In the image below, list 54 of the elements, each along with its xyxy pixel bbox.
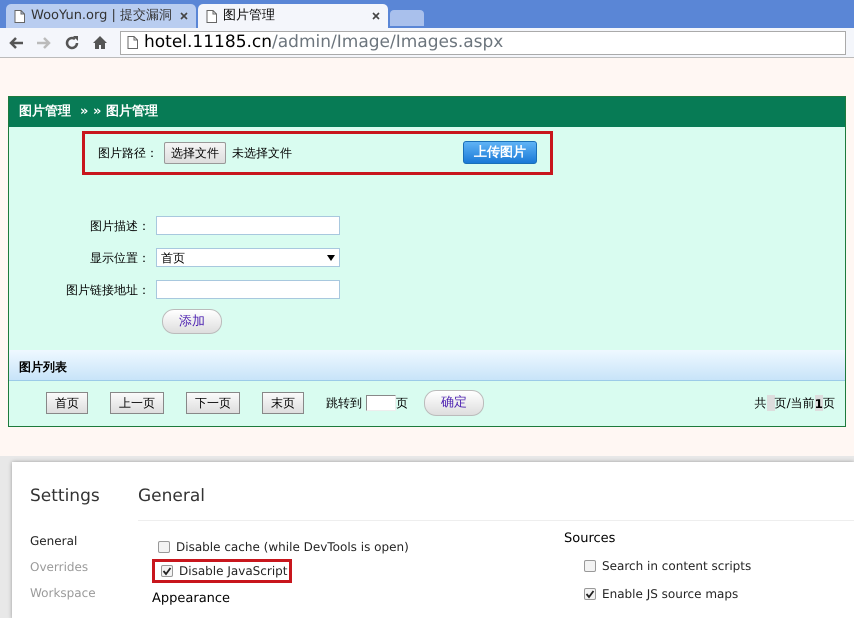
section-header: 图片列表 xyxy=(9,350,845,380)
confirm-button[interactable]: 确定 xyxy=(424,390,484,416)
option-label: Disable cache (while DevTools is open) xyxy=(176,538,409,556)
close-icon xyxy=(372,12,380,20)
field-label: 显示位置： xyxy=(89,250,151,266)
reload-icon xyxy=(64,34,80,50)
section-title: Appearance xyxy=(152,590,232,608)
page-input[interactable] xyxy=(366,395,396,411)
pager-button[interactable]: 首页 xyxy=(46,392,88,414)
checkbox[interactable] xyxy=(584,560,596,572)
page-info-text: 页/当前 xyxy=(774,395,815,412)
page-icon xyxy=(14,10,25,22)
current-page: 1 xyxy=(814,395,823,411)
panel-header: 图片管理 » » 图片管理 xyxy=(9,97,845,126)
forward-icon xyxy=(36,36,52,50)
pager-button[interactable]: 末页 xyxy=(262,392,304,414)
total-pages-field xyxy=(766,395,775,411)
jump-label: 跳转到 xyxy=(326,395,362,412)
url-text: hotel.11185.cn/admin/Image/Images.aspx xyxy=(144,30,504,54)
field-label: 图片路径： xyxy=(98,144,158,162)
option-label: Search in content scripts xyxy=(602,558,752,575)
page-icon xyxy=(206,10,217,22)
page-unit: 页 xyxy=(823,395,835,412)
pager-button[interactable]: 下一页 xyxy=(186,392,240,414)
input-field[interactable] xyxy=(156,216,340,235)
browser-tab[interactable]: WooYun.org | 提交漏洞 xyxy=(6,4,196,28)
option-label: Enable JS source maps xyxy=(602,586,738,603)
pager-button[interactable]: 上一页 xyxy=(110,392,164,414)
page-icon xyxy=(127,36,138,49)
page-unit: 页 xyxy=(396,395,408,412)
close-icon xyxy=(180,12,188,20)
tab-title: 图片管理 xyxy=(223,7,276,26)
choose-file-button[interactable]: 选择文件 xyxy=(164,142,226,164)
checkbox[interactable] xyxy=(158,540,170,552)
settings-heading: General xyxy=(138,484,854,520)
checkbox[interactable] xyxy=(161,564,173,576)
back-icon xyxy=(8,36,24,50)
settings-menu-item[interactable]: General xyxy=(30,532,138,550)
section-title: Sources xyxy=(564,530,616,548)
home-icon xyxy=(92,35,108,50)
input-field[interactable] xyxy=(156,280,340,299)
settings-title: Settings xyxy=(30,485,101,508)
field-label: 图片链接地址： xyxy=(65,282,151,298)
dropdown[interactable]: 首页 xyxy=(156,248,340,267)
add-button[interactable]: 添加 xyxy=(162,308,222,334)
browser-tab[interactable]: 图片管理 xyxy=(198,4,388,28)
address-bar[interactable]: hotel.11185.cn/admin/Image/Images.aspx xyxy=(120,30,846,54)
file-status: 未选择文件 xyxy=(232,144,292,162)
page-total-label: 共 xyxy=(754,395,767,412)
field-label: 图片描述： xyxy=(89,218,151,234)
checkbox[interactable] xyxy=(584,588,596,600)
dropdown-arrow-icon xyxy=(327,254,335,260)
tab-title: WooYun.org | 提交漏洞 xyxy=(31,7,174,26)
option-label: Disable JavaScript xyxy=(179,562,288,580)
